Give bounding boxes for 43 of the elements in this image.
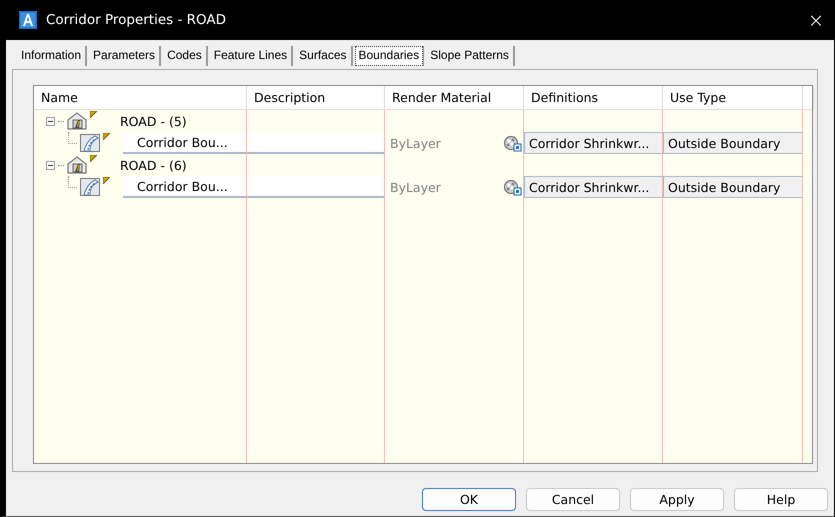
tab[interactable]: Codes <box>163 46 208 66</box>
window-title: Corridor Properties - ROAD <box>46 12 228 28</box>
column-header[interactable]: Description <box>247 86 385 109</box>
close-button[interactable]: × <box>806 8 826 32</box>
column-header[interactable]: Definitions <box>524 86 663 109</box>
dialog-button[interactable]: Help <box>734 488 828 511</box>
tab[interactable]: Parameters <box>89 46 162 66</box>
dialog-button[interactable]: Apply <box>630 488 724 511</box>
column-header[interactable]: Render Material <box>385 86 524 109</box>
use-type-field[interactable]: Outside Boundary <box>663 132 803 154</box>
column-header[interactable]: Use Type <box>663 86 803 109</box>
tab[interactable]: Feature Lines <box>210 46 294 66</box>
app-logo-icon <box>19 11 37 29</box>
definitions-field[interactable]: Corridor Shrinkwr... <box>524 176 663 198</box>
tree-item[interactable]: Corridor Bou... <box>123 132 246 154</box>
tab[interactable]: Boundaries <box>354 46 424 66</box>
use-type-field[interactable]: Outside Boundary <box>663 176 803 198</box>
flag-icon <box>90 155 97 162</box>
tab[interactable]: Information <box>17 46 88 66</box>
corridor-icon <box>67 112 87 130</box>
dialog-button[interactable]: Cancel <box>526 488 620 511</box>
flag-icon <box>103 177 110 184</box>
tree-item[interactable]: ROAD - (5) <box>120 114 187 128</box>
road-icon <box>80 134 100 152</box>
collapse-toggle-icon[interactable] <box>46 116 55 126</box>
road-icon <box>80 178 100 196</box>
tree-item[interactable]: Corridor Bou... <box>123 176 246 198</box>
description-field[interactable] <box>247 132 385 154</box>
collapse-toggle-icon[interactable] <box>46 160 55 170</box>
tree-item[interactable]: ROAD - (6) <box>120 158 187 172</box>
material-picker-icon[interactable] <box>503 134 522 152</box>
tab[interactable]: Surfaces <box>295 46 352 66</box>
table-cell: ByLayer <box>390 136 441 150</box>
tab[interactable]: Slope Patterns <box>426 46 515 66</box>
column-header[interactable]: Name <box>34 86 247 109</box>
description-field[interactable] <box>247 176 385 198</box>
corridor-icon <box>67 156 87 174</box>
definitions-field[interactable]: Corridor Shrinkwr... <box>524 132 663 154</box>
table-cell: ByLayer <box>390 180 441 194</box>
flag-icon <box>90 111 97 118</box>
flag-icon <box>103 133 110 140</box>
dialog-button[interactable]: OK <box>422 488 516 511</box>
material-picker-icon[interactable] <box>503 178 522 196</box>
